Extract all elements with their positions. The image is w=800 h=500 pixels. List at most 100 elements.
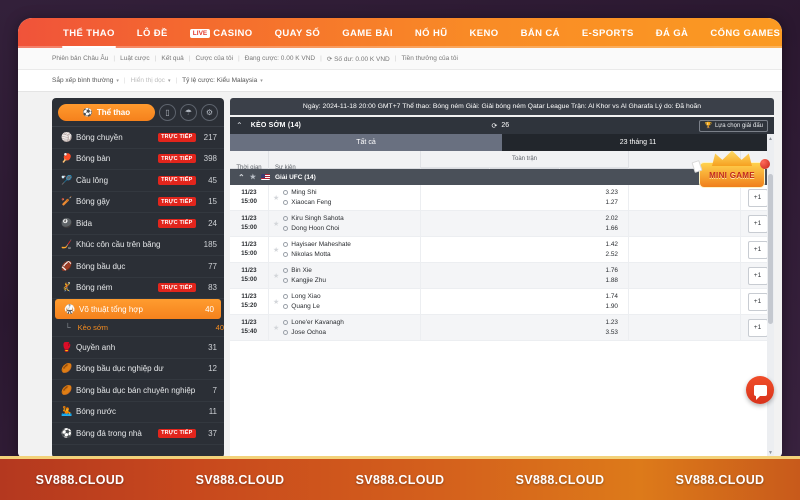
display-selector[interactable]: Hiển thị dọc [131, 77, 165, 84]
odd-away[interactable]: 1.88 [606, 276, 618, 285]
event-row[interactable]: 11/23 15:40 ★ Lone'er Kavanagh Jose Ochoa 1.2… [230, 315, 774, 341]
event-odds[interactable]: 2.02 1.66 [420, 211, 628, 236]
event-row[interactable]: 11/23 15:00 ★ Kiru Singh Sahota Dong Hoon Ch… [230, 211, 774, 237]
sidebar-subitem-label: Kèo sớm [77, 323, 109, 332]
odd-home[interactable]: 1.76 [606, 266, 618, 275]
sidebar-item-1[interactable]: 🏓 Bóng bàn TRỰC TIẾP 398 [52, 149, 224, 170]
nav-item-9[interactable]: NEWĐÁ GÀ [645, 18, 700, 48]
device-icon[interactable]: ▯ [159, 104, 176, 121]
subbar-item-2[interactable]: Kết quả [161, 55, 183, 62]
nav-item-7[interactable]: NEWBẮN CÁ [510, 18, 571, 48]
odd-home[interactable]: 3.23 [606, 188, 618, 197]
sidebar-item-3[interactable]: 🏏 Bóng gậy TRỰC TIẾP 15 [52, 192, 224, 213]
sidebar-subitem-early[interactable]: └ Kèo sớm 40 [52, 319, 224, 337]
sidebar-item-6[interactable]: 🏈 Bóng bầu dục 77 [52, 256, 224, 278]
odd-home[interactable]: 1.74 [606, 292, 618, 301]
sidebar-item-13[interactable]: ⚽ Bóng đá trong nhà TRỰC TIẾP 37 [52, 423, 224, 445]
nav-item-10[interactable]: CỔNG GAMES [699, 18, 782, 48]
refresh-icon[interactable]: ⟳ [491, 122, 497, 130]
collapse-icon[interactable]: ⌃ [238, 173, 245, 182]
odd-home[interactable]: 2.02 [606, 214, 618, 223]
event-odds[interactable]: 1.74 1.90 [420, 289, 628, 314]
odd-home[interactable]: 1.42 [606, 240, 618, 249]
subbar-item-0[interactable]: Phiên bản Châu Âu [52, 55, 108, 62]
event-row[interactable]: 11/23 15:20 ★ Long Xiao Quang Le 1.74 1.90 +1 [230, 289, 774, 315]
event-teams: ★ Ming Shi Xiaocan Feng [268, 185, 420, 210]
sidebar-item-label: Khúc côn cầu trên băng [76, 240, 161, 250]
subbar-item-1[interactable]: Luật cược [120, 55, 150, 62]
event-odds[interactable]: 1.23 3.53 [420, 315, 628, 340]
nav-item-4[interactable]: GAME BÀI [331, 18, 404, 48]
odd-away[interactable]: 1.90 [606, 302, 618, 311]
sidebar-item-9[interactable]: 🥊 Quyền anh 31 [52, 337, 224, 359]
scrollbar-thumb[interactable] [768, 174, 773, 324]
sidebar-item-12[interactable]: 🤽 Bóng nước 11 [52, 402, 224, 423]
event-row[interactable]: 11/23 15:00 ★ Bin Xie Kangjie Zhu 1.76 1.88 +1 [230, 263, 774, 289]
sidebar-item-11[interactable]: 🏉 Bóng bầu dục bán chuyên nghiệp 7 [52, 380, 224, 402]
sidebar-sports-label: Thể thao [96, 108, 131, 117]
nav-item-2[interactable]: LIVE CASINO [179, 18, 264, 48]
collapse-icon[interactable]: ⌃ [236, 121, 243, 130]
sidebar-item-4[interactable]: 🎱 Bida TRỰC TIẾP 24 [52, 213, 224, 235]
crown-icon [712, 150, 752, 166]
nav-item-3[interactable]: HOTQUAY SỐ [264, 18, 332, 48]
sidebar-item-8[interactable]: 🥋 Võ thuật tổng hợp 40 [55, 299, 221, 319]
event-odds[interactable]: 1.42 2.52 [420, 237, 628, 262]
star-icon[interactable]: ★ [273, 298, 279, 306]
league-row[interactable]: ⌃ ★ Giải UFC (14) [230, 169, 774, 185]
odd-home[interactable]: 1.23 [606, 318, 618, 327]
sidebar-item-10[interactable]: 🏉 Bóng bầu dục nghiệp dư 12 [52, 359, 224, 380]
sidebar-sports-tab[interactable]: ⚽ Thể thao [58, 104, 155, 121]
settings-icon[interactable]: ⚙ [201, 104, 218, 121]
league-filter-button[interactable]: 🏆 Lựa chọn giải đấu [699, 119, 768, 132]
more-markets-button[interactable]: +1 [747, 214, 768, 233]
subbar-item-6[interactable]: Tiền thưởng của tôi [401, 55, 457, 62]
sidebar-item-2[interactable]: 🏸 Cầu lông TRỰC TIẾP 45 [52, 170, 224, 192]
sport-icon: 🏈 [61, 260, 73, 271]
sidebar-item-label: Bóng bầu dục bán chuyên nghiệp [76, 385, 196, 395]
event-odds[interactable]: 1.76 1.88 [420, 263, 628, 288]
odd-away[interactable]: 1.66 [606, 224, 618, 233]
odd-away[interactable]: 3.53 [606, 328, 618, 337]
odd-away[interactable]: 2.52 [606, 250, 618, 259]
vertical-scrollbar[interactable]: ▲ ▼ [767, 134, 774, 458]
sort-selector[interactable]: Sắp xếp bình thường [52, 77, 113, 84]
more-markets-button[interactable]: +1 [747, 292, 768, 311]
sidebar-item-0[interactable]: 🏐 Bóng chuyền TRỰC TIẾP 217 [52, 127, 224, 149]
event-odds[interactable]: 3.23 1.27 [420, 185, 628, 210]
sidebar-subitem-count: 40 [215, 323, 224, 332]
odd-away[interactable]: 1.27 [606, 198, 618, 207]
subbar-item-4[interactable]: Đang cược: 0.00 K VND [245, 55, 315, 62]
refresh-icon[interactable]: ⟳ [327, 56, 334, 63]
nav-item-5[interactable]: NỔ HŨ [404, 18, 459, 48]
event-row[interactable]: 11/23 15:00 ★ Ming Shi Xiaocan Feng 3.23 1.27 +… [230, 185, 774, 211]
event-row[interactable]: 11/23 15:00 ★ Hayisaer Maheshate Nikolas Mot… [230, 237, 774, 263]
star-icon[interactable]: ★ [273, 324, 279, 332]
odds-type-selector[interactable]: Tỷ lệ cược: Kiểu Malaysia [182, 77, 257, 84]
user-icon[interactable]: ☂ [180, 104, 197, 121]
sidebar-item-7[interactable]: 🤾 Bóng ném TRỰC TIẾP 83 [52, 278, 224, 299]
event-time: 11/23 15:20 [230, 289, 268, 314]
more-markets-button[interactable]: +1 [747, 240, 768, 259]
star-icon[interactable]: ★ [273, 194, 279, 202]
refresh-group[interactable]: ⟳ 26 [307, 122, 693, 130]
star-icon[interactable]: ★ [273, 220, 279, 228]
sidebar-item-5[interactable]: 🏒 Khúc côn cầu trên băng 185 [52, 235, 224, 256]
subbar-item-5[interactable]: ⟳ Số dư: 0.00 K VND [327, 55, 390, 63]
nav-item-6[interactable]: KENO [459, 18, 510, 48]
nav-item-1[interactable]: LÔ ĐỀ [126, 18, 179, 48]
star-icon[interactable]: ★ [250, 173, 256, 181]
date-tab-0[interactable]: Tất cả [230, 134, 502, 151]
more-markets-button[interactable]: +1 [747, 266, 768, 285]
star-icon[interactable]: ★ [273, 246, 279, 254]
star-icon[interactable]: ★ [273, 272, 279, 280]
nav-item-0[interactable]: THỂ THAO [52, 18, 126, 48]
nav-item-8[interactable]: E-SPORTS [571, 18, 645, 48]
divider: | [238, 55, 240, 62]
more-markets-button[interactable]: +1 [747, 318, 768, 337]
scroll-up-icon[interactable]: ▲ [768, 136, 773, 142]
mini-game-badge[interactable]: MINI GAME [691, 146, 770, 204]
subbar-item-3[interactable]: Cược của tôi [196, 55, 234, 62]
sport-icon: 🥋 [64, 303, 76, 314]
chat-widget-button[interactable] [746, 376, 774, 404]
